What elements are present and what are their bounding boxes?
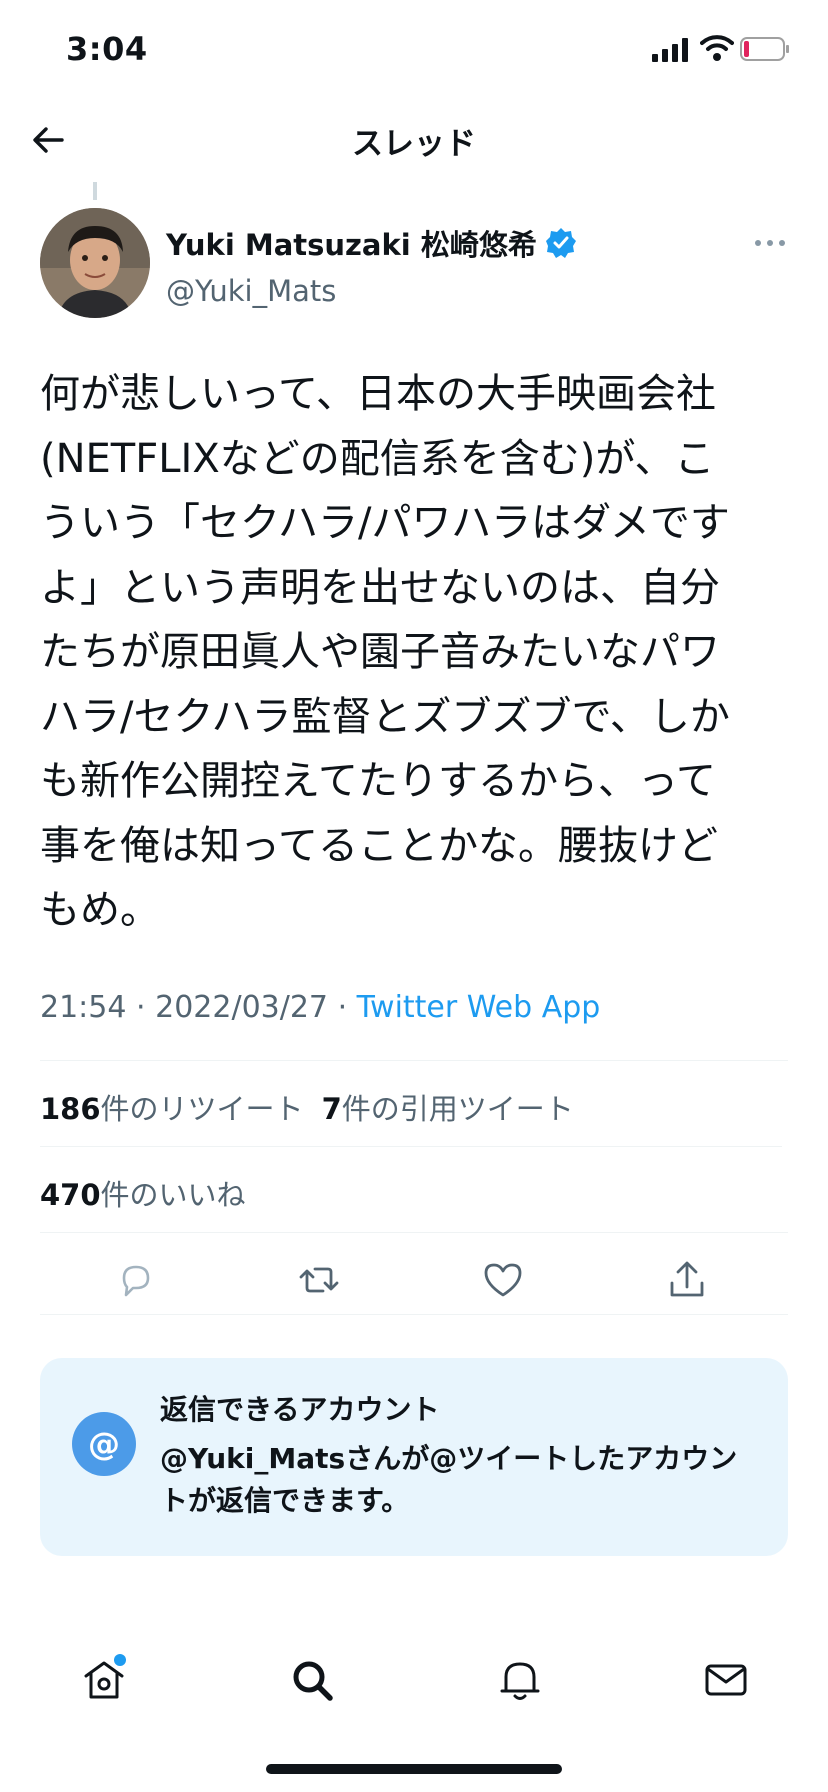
divider [40,1314,788,1315]
more-dots-icon[interactable] [750,225,790,261]
tweet-time: 21:54 [40,990,127,1025]
nav-header: スレッド [0,100,828,180]
bell-icon [500,1662,540,1700]
page-title: スレッド [352,126,476,162]
meta-separator: · [136,990,146,1025]
tab-search[interactable] [282,1650,342,1710]
thread-connector-line [93,182,97,200]
retweets-count: 186 [40,1092,101,1126]
tab-home[interactable] [74,1650,134,1710]
search-icon [293,1661,333,1701]
reply-button[interactable] [114,1258,158,1302]
divider [40,1232,788,1233]
retweets-label: 件のリツイート [100,1092,304,1126]
at-sign-icon: @ [72,1412,136,1476]
tweet-date: 2022/03/27 [155,990,329,1025]
bottom-tab-bar [0,1640,828,1720]
tweet-source-link[interactable]: Twitter Web App [357,990,601,1025]
notice-body: @Yuki_Matsさんが@ツイートしたアカウントが返信できます。 [160,1442,738,1517]
wifi-icon [700,35,734,61]
mail-icon [705,1664,747,1696]
quotes-count: 7 [321,1092,342,1126]
quotes-label: 件の引用ツイート [341,1092,574,1126]
share-button[interactable] [665,1258,709,1302]
retweets-stat[interactable]: 186件のリツイート [40,1086,304,1128]
stats-row-retweets: 186件のリツイート 7件の引用ツイート [40,1086,574,1128]
author-block[interactable]: Yuki Matsuzaki 松崎悠希 @Yuki_Mats [166,222,577,308]
retweet-button[interactable] [297,1258,341,1302]
cellular-signal-icon [652,38,688,62]
share-icon [670,1261,704,1297]
likes-count: 470 [40,1178,101,1212]
heart-icon [484,1263,522,1297]
avatar[interactable] [40,208,150,318]
author-name-row: Yuki Matsuzaki 松崎悠希 [166,222,577,264]
likes-stat[interactable]: 470件のいいね [40,1172,246,1214]
profile-photo [40,208,150,318]
tab-notifications[interactable] [490,1650,550,1710]
quotes-stat[interactable]: 7件の引用ツイート [322,1086,574,1128]
retweet-icon [299,1267,339,1293]
author-name: Yuki Matsuzaki 松崎悠希 [166,228,537,262]
likes-label: 件のいいね [100,1178,246,1212]
reply-restriction-notice: @ 返信できるアカウント @Yuki_Matsさんが@ツイートしたアカウントが返… [40,1358,788,1556]
tab-messages[interactable] [696,1650,756,1710]
like-button[interactable] [481,1258,525,1302]
meta-separator: · [337,990,348,1025]
home-indicator[interactable] [266,1764,562,1774]
verified-badge-icon [545,228,576,258]
author-handle: @Yuki_Mats [166,274,337,308]
stats-row-likes: 470件のいいね [40,1172,246,1214]
reply-icon [122,1265,150,1297]
unread-dot [114,1654,126,1666]
battery-icon [740,37,789,61]
notice-title: 返信できるアカウント [160,1393,440,1426]
divider [40,1060,788,1061]
status-time: 3:04 [66,30,148,68]
tweet-text: 何が悲しいって、日本の大手映画会社 (NETFLIXなどの配信系を含む)が、こ … [40,371,730,933]
divider [40,1146,782,1147]
tweet-action-bar [40,1240,788,1316]
tweet-meta: 21:54 · 2022/03/27 · Twitter Web App [40,990,600,1025]
status-bar: 3:04 [0,0,828,100]
